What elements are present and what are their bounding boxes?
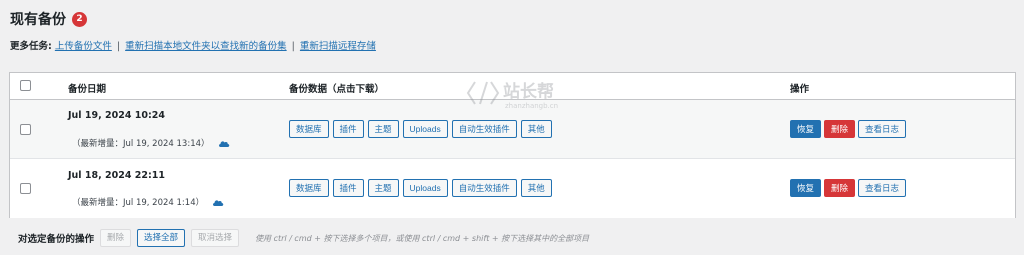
delete-button[interactable]: 删除: [824, 120, 856, 138]
backup-date: Jul 18, 2024 22:11: [68, 170, 165, 181]
column-header-data: 备份数据（点击下载）: [289, 84, 385, 95]
column-header-actions: 操作: [790, 84, 810, 95]
table-row: Jul 18, 2024 22:11 （最新增量：Jul 19, 2024 1:…: [10, 159, 1015, 218]
deselect-button[interactable]: 取消选择: [191, 229, 240, 247]
download-database-button[interactable]: 数据库: [289, 120, 329, 138]
code-brackets-icon: [466, 81, 500, 105]
separator: |: [291, 41, 295, 52]
incremental-text: （最新增量：Jul 19, 2024 13:14）: [72, 139, 210, 149]
rescan-local-link[interactable]: 重新扫描本地文件夹以查找新的备份集: [125, 41, 287, 52]
backup-data-buttons: 数据库 插件 主题 Uploads 自动生效插件 其他: [289, 179, 552, 197]
select-all-button[interactable]: 选择全部: [137, 229, 186, 247]
download-plugins-button[interactable]: 插件: [332, 179, 364, 197]
watermark-text: 站长帮: [503, 81, 554, 102]
page-title: 现有备份 2: [10, 9, 87, 29]
incremental-info: （最新增量：Jul 19, 2024 1:14）: [72, 196, 224, 208]
page-title-text: 现有备份: [10, 12, 66, 28]
rescan-remote-link[interactable]: 重新扫描远程存储: [300, 41, 376, 52]
watermark-logo: 站长帮 zhanzhangb.cn: [466, 81, 558, 110]
upload-backup-link[interactable]: 上传备份文件: [55, 41, 112, 52]
download-mu-plugins-button[interactable]: 自动生效插件: [451, 179, 517, 197]
view-log-button[interactable]: 查看日志: [858, 120, 907, 138]
watermark-subtext: zhanzhangb.cn: [505, 102, 558, 110]
download-database-button[interactable]: 数据库: [289, 179, 329, 197]
row-actions: 恢复 删除 查看日志: [790, 120, 907, 138]
bulk-actions-bar: 对选定备份的操作 删除 选择全部 取消选择 使用 ctrl / cmd + 按下…: [18, 229, 589, 247]
cloud-icon: [218, 140, 229, 147]
backup-count-badge: 2: [72, 11, 87, 27]
backup-data-buttons: 数据库 插件 主题 Uploads 自动生效插件 其他: [289, 120, 552, 138]
separator: |: [116, 41, 121, 52]
more-tasks-label: 更多任务:: [10, 41, 52, 52]
restore-button[interactable]: 恢复: [790, 120, 822, 138]
download-plugins-button[interactable]: 插件: [332, 120, 364, 138]
row-actions: 恢复 删除 查看日志: [790, 179, 907, 197]
backup-date: Jul 19, 2024 10:24: [68, 110, 165, 121]
download-uploads-button[interactable]: Uploads: [402, 120, 448, 138]
more-tasks-bar: 更多任务: 上传备份文件 | 重新扫描本地文件夹以查找新的备份集 | 重新扫描远…: [10, 38, 376, 52]
incremental-info: （最新增量：Jul 19, 2024 13:14）: [72, 137, 230, 149]
incremental-text: （最新增量：Jul 19, 2024 1:14）: [72, 198, 205, 208]
bulk-delete-button[interactable]: 删除: [100, 229, 132, 247]
download-uploads-button[interactable]: Uploads: [402, 179, 448, 197]
select-all-checkbox[interactable]: [20, 80, 31, 91]
row-checkbox[interactable]: [20, 183, 31, 194]
bulk-actions-label: 对选定备份的操作: [18, 234, 95, 245]
download-themes-button[interactable]: 主题: [367, 179, 399, 197]
delete-button[interactable]: 删除: [824, 179, 856, 197]
download-themes-button[interactable]: 主题: [367, 120, 399, 138]
row-checkbox[interactable]: [20, 124, 31, 135]
download-mu-plugins-button[interactable]: 自动生效插件: [451, 120, 517, 138]
cloud-icon: [213, 199, 224, 206]
column-header-date: 备份日期: [68, 84, 107, 95]
selection-hint: 使用 ctrl / cmd + 按下选择多个项目，或使用 ctrl / cmd …: [255, 233, 590, 243]
view-log-button[interactable]: 查看日志: [858, 179, 907, 197]
restore-button[interactable]: 恢复: [790, 179, 822, 197]
download-others-button[interactable]: 其他: [520, 120, 552, 138]
download-others-button[interactable]: 其他: [520, 179, 552, 197]
